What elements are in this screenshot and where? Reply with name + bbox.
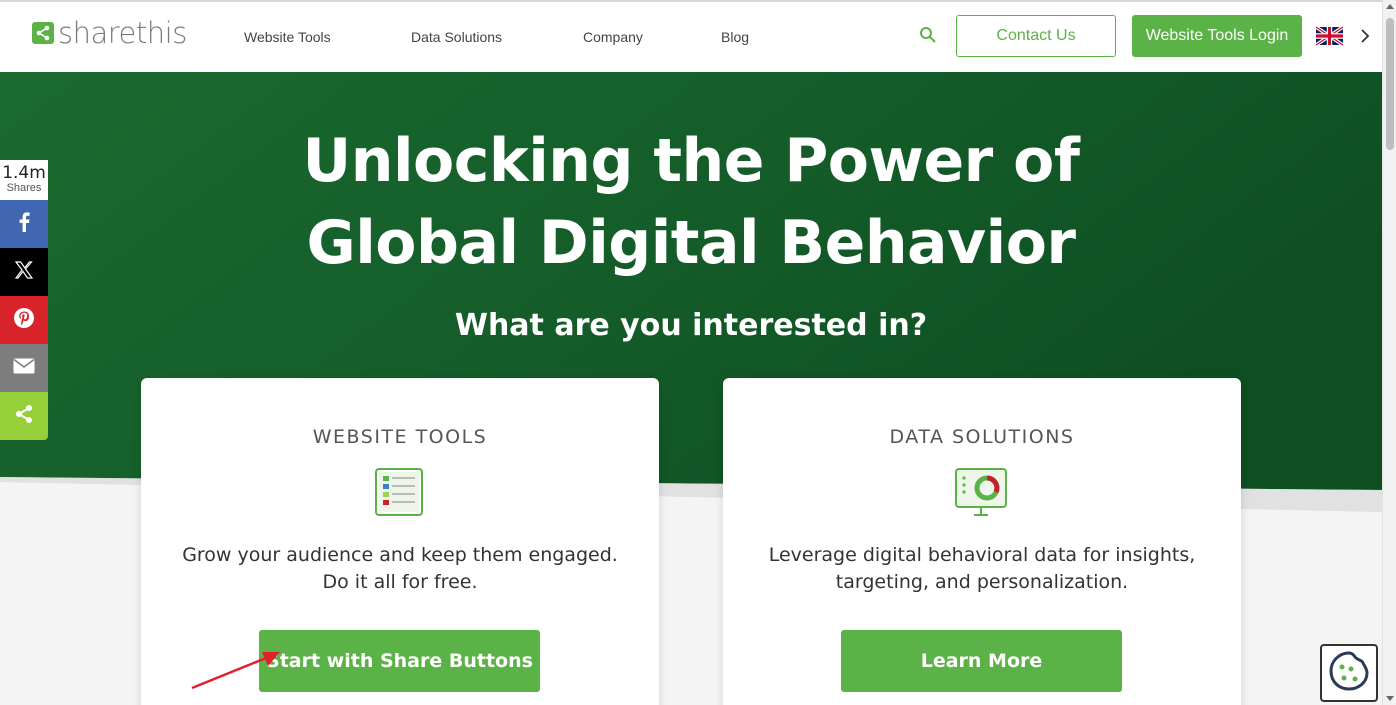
cookie-settings-button[interactable] bbox=[1320, 644, 1378, 702]
card-description-line-1: Grow your audience and keep them engaged… bbox=[182, 544, 618, 566]
card-title: WEBSITE TOOLS bbox=[312, 426, 488, 448]
learn-more-button[interactable]: Learn More bbox=[841, 630, 1122, 692]
share-icon bbox=[14, 404, 34, 429]
card-description-line-2: targeting, and personalization. bbox=[835, 571, 1129, 593]
scroll-up-arrow-icon[interactable] bbox=[1386, 4, 1394, 9]
nav-blog[interactable]: Blog bbox=[721, 29, 749, 45]
hero-subtitle: What are you interested in? bbox=[454, 308, 928, 343]
share-count-label: Shares bbox=[6, 182, 42, 194]
email-share-button[interactable] bbox=[0, 344, 48, 392]
card-description: Leverage digital behavioral data for ins… bbox=[743, 542, 1221, 596]
website-tools-login-button[interactable]: Website Tools Login bbox=[1132, 15, 1302, 57]
nav-data-solutions[interactable]: Data Solutions bbox=[411, 29, 502, 45]
hero-title-line-1: Unlocking the Power of bbox=[302, 126, 1080, 196]
card-description: Grow your audience and keep them engaged… bbox=[161, 542, 639, 596]
x-share-button[interactable] bbox=[0, 248, 48, 296]
uk-flag-icon[interactable] bbox=[1315, 25, 1344, 47]
scrollbar-thumb[interactable] bbox=[1386, 18, 1394, 150]
pinterest-icon bbox=[13, 307, 35, 334]
search-icon[interactable] bbox=[919, 26, 937, 49]
share-count-number: 1.4m bbox=[2, 163, 46, 183]
red-arrow-annotation bbox=[191, 652, 280, 690]
email-icon bbox=[13, 358, 35, 379]
sharethis-share-button[interactable] bbox=[0, 392, 48, 440]
sharethis-logo-icon bbox=[32, 22, 54, 44]
start-with-share-buttons-button[interactable]: Start with Share Buttons bbox=[259, 630, 540, 692]
data-solutions-icon bbox=[955, 468, 1009, 523]
contact-us-button[interactable]: Contact Us bbox=[956, 15, 1116, 57]
hero-title-line-2: Global Digital Behavior bbox=[306, 208, 1076, 278]
cookie-icon bbox=[1327, 649, 1371, 698]
card-description-line-2: Do it all for free. bbox=[322, 571, 478, 593]
card-description-line-1: Leverage digital behavioral data for ins… bbox=[768, 544, 1196, 566]
facebook-icon bbox=[18, 211, 30, 237]
website-tools-icon bbox=[375, 468, 425, 523]
logo-text: sharethis bbox=[58, 16, 187, 50]
nav-company[interactable]: Company bbox=[583, 29, 643, 45]
vertical-scrollbar[interactable] bbox=[1382, 0, 1396, 705]
pinterest-share-button[interactable] bbox=[0, 296, 48, 344]
sharethis-logo[interactable]: sharethis bbox=[32, 16, 187, 50]
data-solutions-card: DATA SOLUTIONS Leverage digital behavior… bbox=[723, 378, 1241, 705]
scroll-down-arrow-icon[interactable] bbox=[1386, 696, 1394, 701]
facebook-share-button[interactable] bbox=[0, 200, 48, 248]
card-title: DATA SOLUTIONS bbox=[889, 426, 1075, 448]
x-icon bbox=[14, 260, 34, 284]
hero-title: Unlocking the Power of Global Digital Be… bbox=[0, 120, 1382, 284]
site-header: sharethis Website Tools Data Solutions C… bbox=[0, 0, 1382, 72]
chevron-right-icon[interactable] bbox=[1360, 28, 1370, 49]
share-count: 1.4m Shares bbox=[0, 160, 48, 200]
share-sidebar: 1.4m Shares bbox=[0, 160, 48, 440]
nav-website-tools[interactable]: Website Tools bbox=[244, 29, 331, 45]
